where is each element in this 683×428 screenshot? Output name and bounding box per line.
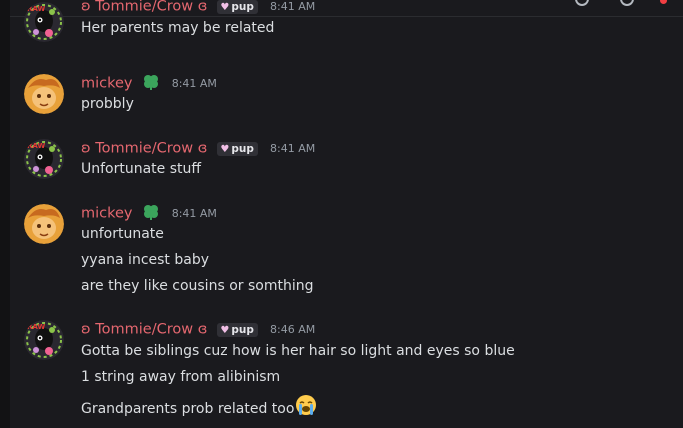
sidebar-edge — [0, 0, 10, 428]
timestamp: 8:41 AM — [171, 77, 217, 90]
message-text: Gotta be siblings cuz how is her hair so… — [81, 343, 515, 359]
message-text: Unfortunate stuff — [81, 161, 202, 177]
message-text: are they like cousins or somthing — [81, 278, 314, 294]
avatar[interactable] — [24, 74, 64, 114]
username[interactable]: mickey — [81, 76, 133, 92]
server-tag[interactable]: ♥ pup — [217, 141, 258, 156]
avatar[interactable]: RAW — [24, 320, 64, 360]
timestamp: 8:46 AM — [270, 323, 316, 336]
heart-icon: ♥ — [220, 1, 230, 13]
clover-icon[interactable] — [142, 74, 160, 94]
message-group: mickey 8:41 AM probbly — [10, 74, 683, 124]
message-text: probbly — [81, 96, 134, 112]
message-text: yyana incest baby — [81, 252, 209, 268]
svg-text:RAW: RAW — [27, 142, 45, 150]
svg-text:RAW: RAW — [27, 323, 45, 331]
loudly-crying-face-icon — [295, 394, 317, 421]
server-tag[interactable]: ♥ pup — [217, 0, 258, 14]
message-text: 1 string away from alibinism — [81, 369, 281, 385]
heart-icon: ♥ — [220, 324, 230, 336]
message-group: RAW ʚ Tommie/Crow ɞ ♥ pup 8:41 AM Her par… — [10, 0, 683, 48]
svg-text:RAW: RAW — [27, 5, 45, 13]
username[interactable]: ʚ Tommie/Crow ɞ — [81, 141, 207, 157]
message-text: Her parents may be related — [81, 20, 275, 36]
username[interactable]: ʚ Tommie/Crow ɞ — [81, 0, 207, 15]
avatar[interactable]: RAW — [24, 139, 64, 179]
heart-icon: ♥ — [220, 143, 230, 155]
message-group: RAW ʚ Tommie/Crow ɞ ♥ pup 8:46 AM Gotta b… — [10, 320, 683, 428]
clover-icon[interactable] — [142, 204, 160, 224]
avatar[interactable]: RAW — [24, 2, 64, 42]
message-group: mickey 8:41 AM unfortunate yyana incest … — [10, 204, 683, 304]
timestamp: 8:41 AM — [270, 142, 316, 155]
username[interactable]: mickey — [81, 206, 133, 222]
timestamp: 8:41 AM — [171, 207, 217, 220]
avatar[interactable] — [24, 204, 64, 244]
message-text: unfortunate — [81, 226, 164, 242]
timestamp: 8:41 AM — [270, 0, 316, 13]
message-text: Grandparents prob related too — [81, 394, 317, 421]
message-group: RAW ʚ Tommie/Crow ɞ ♥ pup 8:41 AM Unfortu… — [10, 139, 683, 189]
username[interactable]: ʚ Tommie/Crow ɞ — [81, 322, 207, 338]
server-tag[interactable]: ♥ pup — [217, 322, 258, 337]
